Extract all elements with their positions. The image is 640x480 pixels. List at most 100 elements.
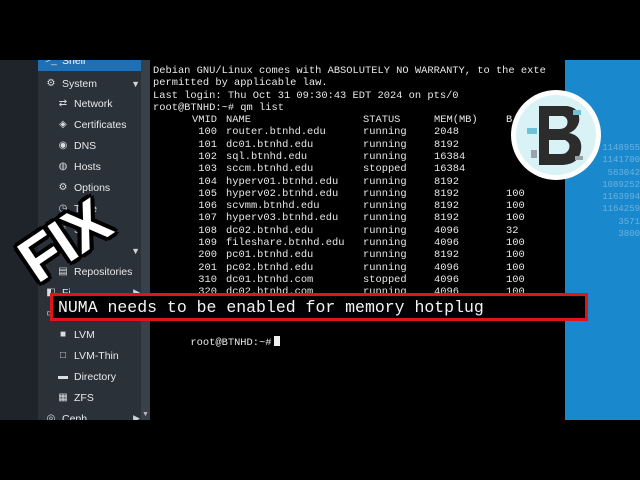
terminal-line: permitted by applicable law. bbox=[153, 77, 328, 90]
terminal-icon: >_ bbox=[45, 60, 57, 66]
sidebar-item-label: System bbox=[62, 77, 98, 90]
cell-vmid: 101 bbox=[198, 138, 217, 151]
cell-status: stopped bbox=[363, 273, 407, 286]
cell-status: running bbox=[363, 200, 407, 213]
cell-name: router.btnhd.edu bbox=[226, 126, 326, 139]
scroll-down-arrow-icon[interactable]: ▼ bbox=[142, 411, 149, 418]
cell-mem: 4096 bbox=[434, 261, 459, 274]
cell-status: running bbox=[363, 138, 407, 151]
cell-status: stopped bbox=[363, 163, 407, 176]
sidebar-item-label: Network bbox=[74, 97, 113, 110]
cell-name: hyperv03.btnhd.edu bbox=[226, 212, 339, 225]
sidebar-item-dns[interactable]: ◉ DNS bbox=[38, 135, 150, 156]
channel-logo bbox=[511, 90, 601, 180]
cell-name: dc01.btnhd.com bbox=[226, 273, 314, 286]
lvm-icon: ■ bbox=[59, 329, 67, 340]
ghost-pid: 1164259 bbox=[602, 204, 640, 215]
ceph-icon: ◎ bbox=[46, 413, 56, 420]
sidebar-item-hosts[interactable]: ◍ Hosts bbox=[38, 156, 150, 177]
cell-status: running bbox=[363, 175, 407, 188]
lvm-thin-icon: □ bbox=[59, 350, 67, 361]
cell-vmid: 100 bbox=[198, 126, 217, 139]
chevron-down-icon[interactable]: ▼ bbox=[131, 246, 140, 256]
cell-vmid: 103 bbox=[198, 163, 217, 176]
cell-name: fileshare.btnhd.edu bbox=[226, 237, 345, 249]
screen-frame: >_ Shell ⚙ System ▼ ⇄ Network ◈ Certificates ◉ DNS… bbox=[0, 60, 640, 420]
sidebar-item-label: LVM bbox=[74, 328, 95, 341]
cell-name: dc02.btnhd.edu bbox=[226, 224, 314, 237]
ghost-pid: 1163994 bbox=[602, 192, 640, 203]
chevron-right-icon[interactable]: ▶ bbox=[133, 413, 140, 420]
terminal-prompt: root@BTNHD:~# bbox=[190, 337, 272, 350]
cell-vmid: 310 bbox=[198, 273, 217, 286]
cell-vmid: 106 bbox=[198, 200, 217, 213]
sidebar-item-system[interactable]: ⚙ System ▼ bbox=[38, 73, 150, 94]
sidebar-item-label: Hosts bbox=[74, 160, 101, 173]
cell-mem: 4096 bbox=[434, 224, 459, 237]
certificate-icon: ◈ bbox=[59, 119, 67, 130]
cell-vmid: 109 bbox=[198, 237, 217, 249]
cell-vmid: 105 bbox=[198, 187, 217, 200]
cell-name: scvmm.btnhd.edu bbox=[226, 200, 320, 213]
sidebar-item-options[interactable]: ⚙ Options bbox=[38, 177, 150, 198]
cell-name: dc01.btnhd.edu bbox=[226, 138, 314, 151]
zfs-icon: ▦ bbox=[58, 392, 68, 403]
cell-status: running bbox=[363, 212, 407, 225]
sidebar-item-zfs[interactable]: ▦ ZFS bbox=[38, 387, 150, 408]
cell-vmid: 107 bbox=[198, 212, 217, 225]
cell-name: hyperv02.btnhd.edu bbox=[226, 187, 339, 200]
error-banner: NUMA needs to be enabled for memory hotp… bbox=[50, 293, 588, 321]
ghost-pid: 3571 bbox=[618, 216, 640, 227]
terminal-line: Last login: Thu Oct 31 09:30:43 EDT 2024… bbox=[153, 89, 459, 102]
cell-b: 100 bbox=[506, 273, 525, 286]
sidebar-item-label: Ceph bbox=[62, 412, 88, 421]
cell-name: pc02.btnhd.edu bbox=[226, 261, 314, 274]
cell-mem: 4096 bbox=[434, 237, 459, 249]
column-header-name: NAME bbox=[226, 114, 251, 126]
cell-vmid: 104 bbox=[198, 175, 217, 188]
sidebar-item-label: DNS bbox=[74, 139, 97, 152]
cell-status: running bbox=[363, 237, 407, 249]
cell-name: sccm.btnhd.edu bbox=[226, 163, 314, 176]
cell-mem: 8192 bbox=[434, 175, 459, 188]
cell-b: 100 bbox=[506, 249, 525, 262]
cell-vmid: 102 bbox=[198, 150, 217, 163]
sidebar-item-directory[interactable]: ▬ Directory bbox=[38, 366, 150, 387]
sidebar-item-label: LVM-Thin bbox=[74, 349, 119, 362]
cell-mem: 4096 bbox=[434, 273, 459, 286]
cell-mem: 2048 bbox=[434, 126, 459, 139]
chevron-down-icon[interactable]: ▼ bbox=[131, 79, 140, 89]
cell-mem: 8192 bbox=[434, 212, 459, 225]
shell-terminal[interactable]: Debian GNU/Linux comes with ABSOLUTELY N… bbox=[150, 60, 565, 420]
folder-icon: ▬ bbox=[58, 371, 68, 382]
terminal-line: root@BTNHD:~# qm list bbox=[153, 101, 284, 114]
cell-mem: 8192 bbox=[434, 249, 459, 262]
terminal-cursor bbox=[274, 336, 281, 347]
cell-status: running bbox=[363, 249, 407, 262]
cell-vmid: 200 bbox=[198, 249, 217, 262]
sidebar-item-lvm-thin[interactable]: □ LVM-Thin bbox=[38, 345, 150, 366]
sidebar-item-label: Directory bbox=[74, 370, 117, 383]
sidebar-item-certificates[interactable]: ◈ Certificates bbox=[38, 114, 150, 135]
cell-name: pc01.btnhd.edu bbox=[226, 249, 314, 262]
sidebar-item-label: Shell bbox=[62, 60, 86, 67]
error-message: NUMA needs to be enabled for memory hotp… bbox=[58, 297, 484, 317]
column-header-mem: MEM(MB) bbox=[434, 114, 478, 126]
ghost-pid: 3800 bbox=[618, 229, 640, 240]
sidebar-item-network[interactable]: ⇄ Network bbox=[38, 93, 150, 114]
cell-mem: 8192 bbox=[434, 138, 459, 151]
column-header-status: STATUS bbox=[363, 114, 401, 126]
cell-mem: 8192 bbox=[434, 200, 459, 213]
sidebar-item-ceph[interactable]: ◎ Ceph ▶ bbox=[38, 408, 150, 421]
hosts-icon: ◍ bbox=[58, 161, 68, 172]
cell-status: running bbox=[363, 187, 407, 200]
cell-status: running bbox=[363, 261, 407, 274]
cell-mem: 16384 bbox=[434, 163, 466, 176]
sidebar-item-shell[interactable]: >_ Shell bbox=[38, 60, 150, 71]
cell-vmid: 201 bbox=[198, 261, 217, 274]
sidebar-scrollbar[interactable]: ▼ bbox=[141, 60, 150, 420]
terminal-prompt-line[interactable]: root@BTNHD:~# bbox=[153, 324, 281, 362]
sidebar-item-label: Certificates bbox=[74, 118, 127, 131]
cell-status: running bbox=[363, 126, 407, 139]
sidebar-item-lvm[interactable]: ■ LVM bbox=[38, 324, 150, 345]
